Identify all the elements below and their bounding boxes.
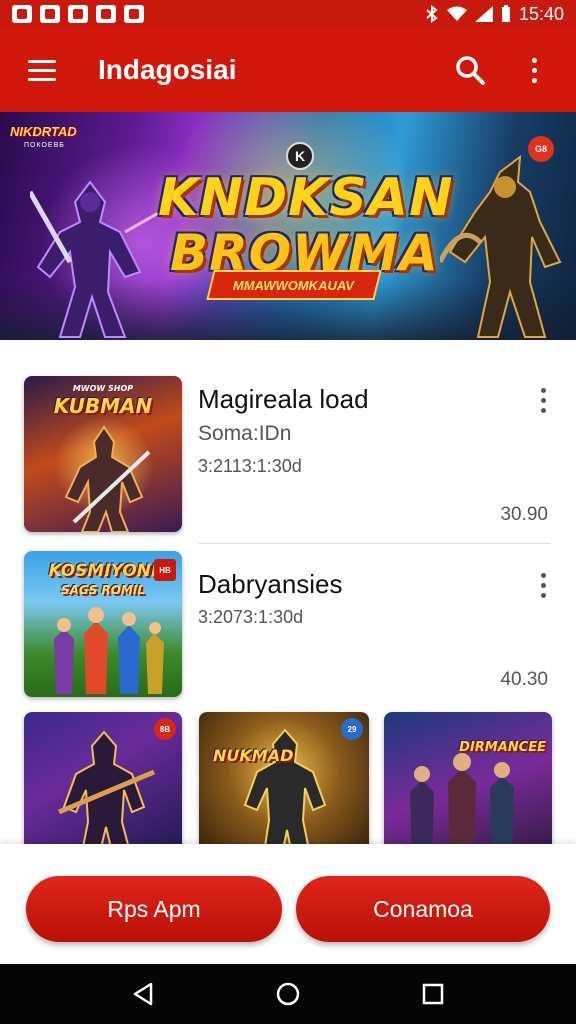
signal-icon — [474, 6, 493, 22]
back-icon[interactable] — [123, 974, 163, 1014]
menu-icon[interactable] — [20, 48, 64, 92]
thumbnail-badge: HB — [154, 559, 176, 581]
game-list: KUBMAN MWOW SHOP Magireala load Soma:IDn… — [0, 340, 576, 862]
list-item-meta: 3:2073:1:30d — [198, 607, 304, 627]
thumbnail-subtitle: SAGS ROMIL — [60, 583, 146, 597]
overflow-menu-icon[interactable] — [512, 48, 556, 92]
knight-character-image — [30, 180, 160, 338]
status-time: 15:40 — [518, 3, 564, 24]
camera-notification-icon — [96, 5, 116, 23]
grid-tile[interactable]: DIRMANCEE — [384, 712, 552, 862]
list-item-price: 40.30 — [500, 669, 548, 690]
app-bar: Indagosiai — [0, 28, 576, 112]
app-screen: 15:40 Indagosiai NIKDRTAD ПОКОЕВБ K G8 K… — [0, 0, 576, 1024]
primary-right-button[interactable]: Conamoa — [296, 876, 550, 942]
status-bar: 15:40 — [0, 0, 576, 28]
grid-tile-chip: 29 — [341, 718, 363, 740]
grid-tile-label: NUKMAD — [213, 746, 294, 765]
wifi-icon — [446, 6, 467, 21]
action-bar: Rps Apm Conamoa — [0, 844, 576, 964]
grid-tile-label: DIRMANCEE — [459, 740, 546, 755]
mail-notification-icon — [68, 5, 88, 23]
hero-tag-left: NIKDRTAD — [10, 124, 77, 139]
app-notification-icon — [12, 5, 32, 23]
hero-tag-left-sub: ПОКОЕВБ — [24, 142, 65, 149]
list-divider — [198, 543, 550, 544]
notification-icons — [12, 5, 144, 23]
list-item-more-icon[interactable] — [541, 388, 546, 413]
hero-title-line1: KNDKSAN — [158, 168, 454, 228]
grid-tile[interactable]: NUKMAD 29 — [199, 712, 369, 862]
bluetooth-icon — [426, 5, 438, 23]
hero-logo-mark: K — [286, 142, 314, 170]
battery-icon — [501, 5, 510, 22]
list-item[interactable]: KUBMAN MWOW SHOP Magireala load Soma:IDn… — [0, 340, 576, 544]
list-item-thumbnail: KOSMIYONI SAGS ROMIL HB — [24, 551, 182, 697]
warrior-character-image — [440, 154, 562, 338]
search-icon[interactable] — [448, 48, 492, 92]
system-tray: 15:40 — [425, 4, 564, 25]
list-item-price: 30.90 — [500, 504, 548, 525]
list-item-thumbnail: KUBMAN MWOW SHOP — [24, 376, 182, 532]
hero-ribbon-text: MMAWWOMKAUAV — [233, 277, 355, 293]
app-title: Indagosiai — [98, 54, 237, 85]
grid-tile[interactable]: 8B — [24, 712, 182, 862]
list-item[interactable]: KOSMIYONI SAGS ROMIL HB Dabryansies 3:20… — [0, 545, 576, 705]
thumbnail-subtitle: MWOW SHOP — [72, 384, 134, 393]
file-notification-icon — [40, 5, 60, 23]
list-item-more-icon[interactable] — [541, 573, 546, 598]
grid-tile-chip: 8B — [154, 718, 176, 740]
media-notification-icon — [124, 5, 144, 23]
thumbnail-title: KUBMAN — [53, 394, 153, 418]
hero-corner-badge: G8 — [528, 136, 554, 162]
list-item-title: Dabryansies — [198, 569, 343, 599]
list-item-subtitle: Soma:IDn — [198, 422, 292, 445]
home-icon[interactable] — [268, 974, 308, 1014]
primary-left-button[interactable]: Rps Apm — [26, 876, 282, 942]
list-item-title: Magireala load — [198, 384, 369, 414]
list-item-meta: 3:2113:1:30d — [198, 456, 302, 476]
hero-ribbon: MMAWWOMKAUAV — [206, 270, 382, 300]
system-nav-bar — [0, 964, 576, 1024]
hero-banner[interactable]: NIKDRTAD ПОКОЕВБ K G8 KNDKSAN BROWMA MMA… — [0, 112, 576, 340]
recents-icon[interactable] — [413, 974, 453, 1014]
